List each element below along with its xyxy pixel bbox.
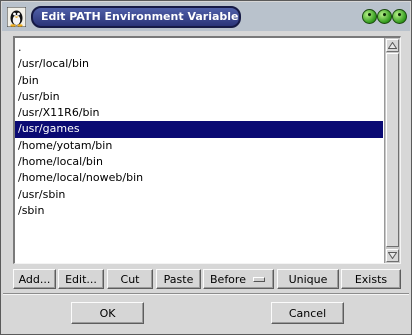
maximize-button[interactable]: • [377, 9, 392, 24]
path-listbox[interactable]: . /usr/local/bin /bin /usr/bin /usr/X11R… [13, 36, 401, 264]
option-indicator-icon [253, 277, 265, 282]
list-item[interactable]: /usr/sbin [15, 187, 383, 203]
position-option-menu[interactable]: Before [203, 269, 274, 289]
tux-penguin-icon[interactable] [7, 7, 26, 27]
title-bar[interactable]: Edit PATH Environment Variable • • • [2, 2, 410, 31]
list-item[interactable]: /usr/X11R6/bin [15, 105, 383, 121]
list-item[interactable]: /usr/bin [15, 89, 383, 105]
list-item[interactable]: /home/local/bin [15, 154, 383, 170]
path-list[interactable]: . /usr/local/bin /bin /usr/bin /usr/X11R… [15, 40, 383, 219]
unique-button[interactable]: Unique [277, 269, 339, 289]
scroll-down-icon [388, 252, 397, 259]
cut-button[interactable]: Cut [107, 269, 153, 289]
list-item-selected[interactable]: /usr/games [15, 121, 383, 138]
list-item[interactable]: /home/yotam/bin [15, 138, 383, 154]
cancel-button[interactable]: Cancel [271, 302, 344, 324]
ok-button[interactable]: OK [71, 302, 144, 324]
scroll-down-button[interactable] [386, 249, 399, 262]
list-item[interactable]: /usr/local/bin [15, 56, 383, 72]
window-button-icon: • [381, 11, 388, 21]
list-item[interactable]: /bin [15, 73, 383, 89]
window-title: Edit PATH Environment Variable [31, 6, 241, 28]
scroll-up-button[interactable] [386, 39, 399, 52]
scroll-thumb[interactable] [386, 53, 399, 247]
paste-button[interactable]: Paste [156, 269, 201, 289]
edit-button[interactable]: Edit... [58, 269, 104, 289]
scroll-up-icon [388, 42, 397, 49]
list-item[interactable]: /home/local/noweb/bin [15, 170, 383, 186]
vertical-scrollbar[interactable] [384, 38, 400, 263]
exists-button[interactable]: Exists [341, 269, 401, 289]
close-button[interactable]: • [392, 9, 407, 24]
list-item[interactable]: /sbin [15, 203, 383, 219]
minimize-button[interactable]: • [362, 9, 377, 24]
list-item[interactable]: . [15, 40, 383, 56]
separator [3, 293, 409, 295]
add-button[interactable]: Add... [13, 269, 56, 289]
position-option-label: Before [210, 272, 246, 286]
window-button-icon: • [396, 11, 403, 21]
dialog-window: Edit PATH Environment Variable • • • . /… [0, 0, 412, 335]
window-button-icon: • [366, 11, 373, 21]
